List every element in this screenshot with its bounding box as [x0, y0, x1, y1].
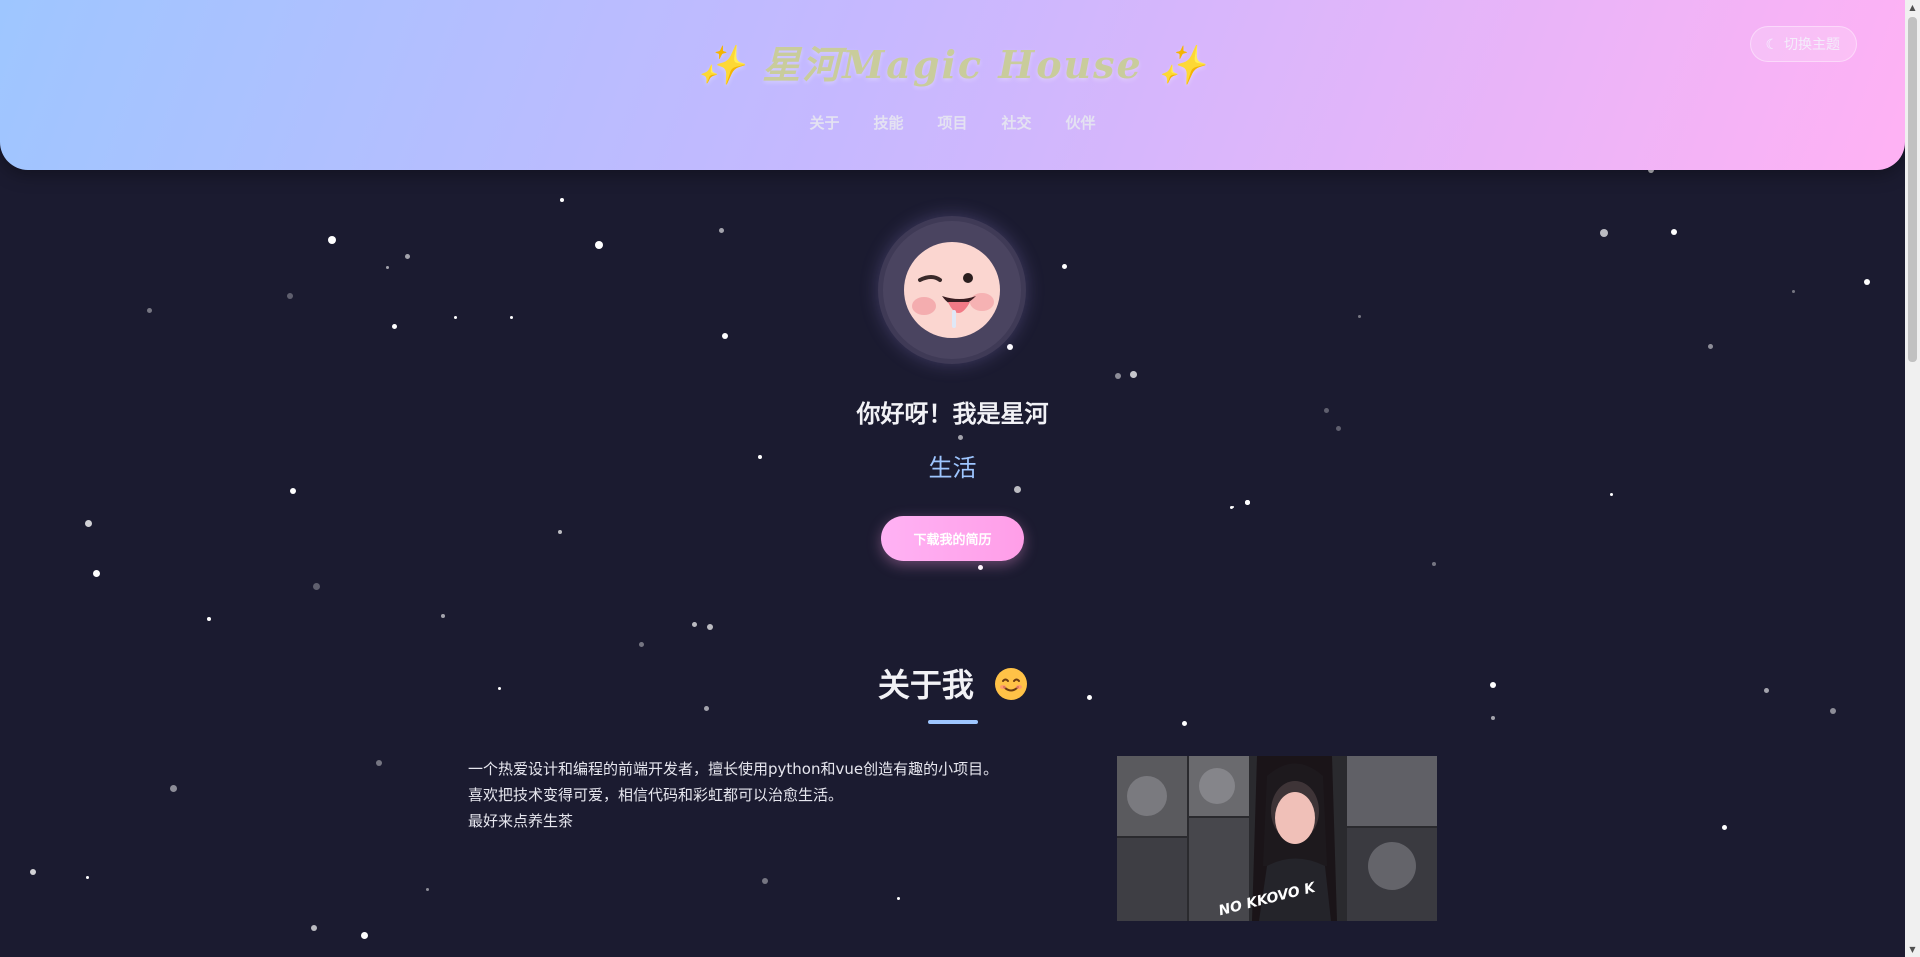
- nav-item-partners[interactable]: 伙伴: [1066, 112, 1096, 133]
- main-nav: 关于 技能 项目 社交 伙伴: [0, 112, 1905, 133]
- site-header: ✨ 星河Magic House ✨ 关于 技能 项目 社交 伙伴 ☾ 切换主题: [0, 0, 1905, 170]
- hero-name: 你好呀！我是星河: [856, 400, 1049, 428]
- download-resume-button[interactable]: 下载我的简历: [881, 516, 1024, 561]
- cartoon-face-avatar-icon: [904, 242, 1000, 338]
- site-title: ✨ 星河Magic House ✨: [697, 42, 1208, 87]
- about-paragraph: 一个热爱设计和编程的前端开发者，擅长使用python和vue创造有趣的小项目。: [468, 760, 999, 778]
- scroll-thumb[interactable]: [1908, 17, 1917, 362]
- avatar: [878, 216, 1026, 364]
- nav-item-social[interactable]: 社交: [1002, 112, 1032, 133]
- theme-toggle-button[interactable]: ☾ 切换主题: [1750, 26, 1857, 62]
- about-image: NO KKOVO K: [1117, 756, 1437, 921]
- scroll-up-arrow-icon[interactable]: ▲: [1905, 0, 1920, 15]
- theme-toggle-label: 切换主题: [1784, 36, 1840, 52]
- section-underline: [928, 720, 978, 724]
- moon-icon: ☾: [1765, 35, 1778, 52]
- nav-item-about[interactable]: 关于: [809, 112, 839, 133]
- smile-emoji-icon: [995, 668, 1028, 700]
- vertical-scrollbar[interactable]: ▲ ▼: [1905, 0, 1920, 957]
- manga-collage-image: NO KKOVO K: [1117, 756, 1437, 921]
- hero-role-text: 生活: [928, 454, 977, 482]
- nav-item-projects[interactable]: 项目: [937, 112, 967, 133]
- about-paragraph: 最好来点养生茶: [468, 812, 574, 830]
- about-description: 一个热爱设计和编程的前端开发者，擅长使用python和vue创造有趣的小项目。 …: [468, 756, 1068, 834]
- nav-item-skills[interactable]: 技能: [873, 112, 903, 133]
- scroll-down-arrow-icon[interactable]: ▼: [1905, 942, 1920, 957]
- about-section-title: 关于我: [0, 660, 1905, 706]
- about-title-text: 关于我: [877, 666, 974, 704]
- about-paragraph: 喜欢把技术变得可爱，相信代码和彩虹都可以治愈生活。: [468, 786, 844, 804]
